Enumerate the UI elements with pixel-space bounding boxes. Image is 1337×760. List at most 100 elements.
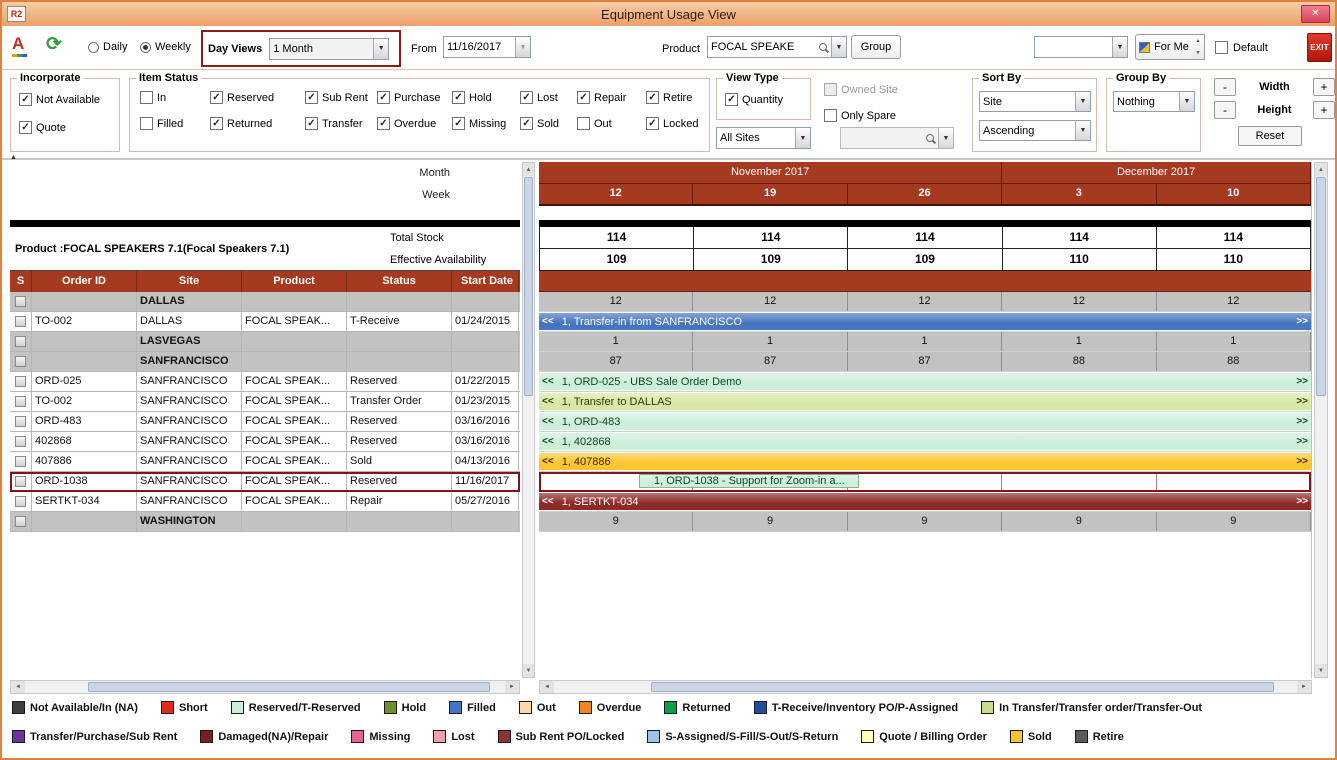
checkbox-box[interactable] bbox=[824, 109, 837, 122]
timeline-row[interactable]: <<1, 407886>> bbox=[539, 452, 1311, 472]
for-me-button[interactable]: For Me bbox=[1135, 34, 1193, 60]
timeline-row[interactable]: 8787878888 bbox=[539, 352, 1311, 372]
weekly-radio[interactable]: Weekly bbox=[140, 41, 191, 53]
column-header-s[interactable]: S bbox=[10, 271, 32, 292]
dropdown-arrow-icon[interactable]: ▼ bbox=[831, 37, 846, 57]
scroll-up-icon[interactable]: ▲ bbox=[1315, 163, 1327, 176]
site-group-row[interactable]: LASVEGAS bbox=[10, 332, 520, 352]
row-selector-icon[interactable] bbox=[15, 476, 26, 487]
row-selector-icon[interactable] bbox=[15, 336, 26, 347]
timeline-row[interactable]: <<1, ORD-483>> bbox=[539, 412, 1311, 432]
order-row[interactable]: 402868SANFRANCISCOFOCAL SPEAK...Reserved… bbox=[10, 432, 520, 452]
checkbox-box[interactable]: ✓ bbox=[452, 117, 465, 130]
timeline-row[interactable]: 99999 bbox=[539, 512, 1311, 532]
quick-select[interactable]: ▼ bbox=[1034, 36, 1128, 58]
for-me-spinner[interactable]: ▲ ▼ bbox=[1192, 34, 1205, 60]
scrollbar-thumb[interactable] bbox=[88, 682, 490, 692]
exit-button[interactable]: EXIT bbox=[1307, 33, 1332, 62]
timeline-horizontal-scrollbar[interactable]: ◄ ► bbox=[539, 680, 1312, 694]
checkbox-box[interactable]: ✓ bbox=[520, 91, 533, 104]
height-increase-button[interactable]: + bbox=[1313, 101, 1335, 119]
from-date-field[interactable]: 11/16/2017 ▼ bbox=[443, 36, 531, 58]
checkbox-reserved[interactable]: ✓Reserved bbox=[210, 91, 305, 104]
checkbox-box[interactable] bbox=[140, 91, 153, 104]
week-header-cell[interactable]: 12 bbox=[539, 184, 693, 204]
checkbox-box[interactable]: ✓ bbox=[19, 93, 32, 106]
scrollbar-thumb[interactable] bbox=[524, 177, 533, 396]
scroll-right-icon[interactable]: ► bbox=[505, 681, 519, 693]
order-row[interactable]: 407886SANFRANCISCOFOCAL SPEAK...Sold04/1… bbox=[10, 452, 520, 472]
checkbox-out[interactable]: Out bbox=[577, 117, 646, 130]
checkbox-box[interactable]: ✓ bbox=[646, 91, 659, 104]
row-select-cell[interactable] bbox=[10, 412, 32, 431]
row-selector-icon[interactable] bbox=[15, 356, 26, 367]
group-by-select[interactable]: Nothing ▼ bbox=[1113, 91, 1195, 112]
row-selector-icon[interactable] bbox=[15, 376, 26, 387]
usage-bar[interactable]: 1, ORD-1038 - Support for Zoom-in a... bbox=[639, 474, 859, 488]
row-select-cell[interactable] bbox=[10, 292, 32, 311]
site-group-row[interactable]: SANFRANCISCO bbox=[10, 352, 520, 372]
weekly-radio-circle[interactable] bbox=[140, 42, 151, 53]
usage-bar[interactable]: <<1, 407886>> bbox=[539, 453, 1311, 470]
checkbox-box[interactable]: ✓ bbox=[19, 121, 32, 134]
row-select-cell[interactable] bbox=[10, 452, 32, 471]
week-header-cell[interactable]: 19 bbox=[693, 184, 847, 204]
row-selector-icon[interactable] bbox=[15, 316, 26, 327]
usage-bar[interactable]: <<1, ORD-483>> bbox=[539, 413, 1311, 430]
scroll-down-icon[interactable]: ▼ bbox=[523, 664, 534, 677]
checkbox-box[interactable] bbox=[140, 117, 153, 130]
dropdown-arrow-icon[interactable]: ▼ bbox=[1112, 37, 1127, 57]
search-icon[interactable] bbox=[818, 42, 829, 53]
spinner-down-icon[interactable]: ▼ bbox=[1192, 47, 1204, 59]
checkbox-retire[interactable]: ✓Retire bbox=[646, 91, 706, 104]
timeline-row[interactable]: <<1, Transfer to DALLAS>> bbox=[539, 392, 1311, 412]
row-select-cell[interactable] bbox=[10, 312, 32, 331]
row-selector-icon[interactable] bbox=[15, 296, 26, 307]
calendar-dropdown-icon[interactable]: ▼ bbox=[515, 37, 530, 57]
checkbox-box[interactable]: ✓ bbox=[377, 117, 390, 130]
only-spare-checkbox[interactable]: Only Spare bbox=[824, 109, 896, 122]
usage-bar[interactable]: <<1, Transfer-in from SANFRANCISCO>> bbox=[539, 313, 1311, 330]
checkbox-box[interactable]: ✓ bbox=[646, 117, 659, 130]
usage-bar[interactable]: <<1, Transfer to DALLAS>> bbox=[539, 393, 1311, 410]
width-increase-button[interactable]: + bbox=[1313, 78, 1335, 96]
checkbox-box[interactable]: ✓ bbox=[210, 91, 223, 104]
checkbox-box[interactable]: ✓ bbox=[520, 117, 533, 130]
timeline-row[interactable]: <<1, ORD-025 - UBS Sale Order Demo>> bbox=[539, 372, 1311, 392]
checkbox-returned[interactable]: ✓Returned bbox=[210, 117, 305, 130]
week-header-cell[interactable]: 3 bbox=[1002, 184, 1156, 204]
checkbox-missing[interactable]: ✓Missing bbox=[452, 117, 520, 130]
row-select-cell[interactable] bbox=[10, 512, 32, 531]
daily-radio-circle[interactable] bbox=[88, 42, 99, 53]
order-row[interactable]: TO-002DALLASFOCAL SPEAK...T-Receive01/24… bbox=[10, 312, 520, 332]
order-row[interactable]: ORD-1038SANFRANCISCOFOCAL SPEAK...Reserv… bbox=[10, 472, 520, 492]
row-selector-icon[interactable] bbox=[15, 496, 26, 507]
checkbox-filled[interactable]: Filled bbox=[140, 117, 210, 130]
timeline-row[interactable]: 11111 bbox=[539, 332, 1311, 352]
column-header-status[interactable]: Status bbox=[347, 271, 452, 292]
scrollbar-track[interactable] bbox=[523, 177, 534, 663]
site-group-row[interactable]: DALLAS bbox=[10, 292, 520, 312]
checkbox-sold[interactable]: ✓Sold bbox=[520, 117, 577, 130]
usage-bar[interactable]: <<1, SERTKT-034>> bbox=[539, 493, 1311, 510]
scroll-left-icon[interactable]: ◄ bbox=[11, 681, 25, 693]
sites-select[interactable]: All Sites ▼ bbox=[716, 127, 811, 149]
row-selector-icon[interactable] bbox=[15, 436, 26, 447]
checkbox-box[interactable]: ✓ bbox=[210, 117, 223, 130]
order-row[interactable]: SERTKT-034SANFRANCISCOFOCAL SPEAK...Repa… bbox=[10, 492, 520, 512]
timeline-row[interactable]: <<1, Transfer-in from SANFRANCISCO>> bbox=[539, 312, 1311, 332]
checkbox-box[interactable]: ✓ bbox=[725, 93, 738, 106]
product-select[interactable]: FOCAL SPEAKE ▼ bbox=[707, 36, 847, 58]
checkbox-quote[interactable]: ✓Quote bbox=[19, 121, 119, 134]
timeline-row[interactable]: <<1, SERTKT-034>> bbox=[539, 492, 1311, 512]
row-select-cell[interactable] bbox=[10, 492, 32, 511]
usage-bar[interactable]: <<1, ORD-025 - UBS Sale Order Demo>> bbox=[539, 373, 1311, 390]
grid-vertical-scrollbar[interactable]: ▲ ▼ bbox=[522, 162, 535, 678]
column-header-product[interactable]: Product bbox=[242, 271, 347, 292]
checkbox-sub-rent[interactable]: ✓Sub Rent bbox=[305, 91, 377, 104]
row-selector-icon[interactable] bbox=[15, 396, 26, 407]
row-selector-icon[interactable] bbox=[15, 456, 26, 467]
checkbox-box[interactable]: ✓ bbox=[377, 91, 390, 104]
dropdown-arrow-icon[interactable]: ▼ bbox=[1075, 121, 1090, 140]
grid-horizontal-scrollbar[interactable]: ◄ ► bbox=[10, 680, 520, 694]
